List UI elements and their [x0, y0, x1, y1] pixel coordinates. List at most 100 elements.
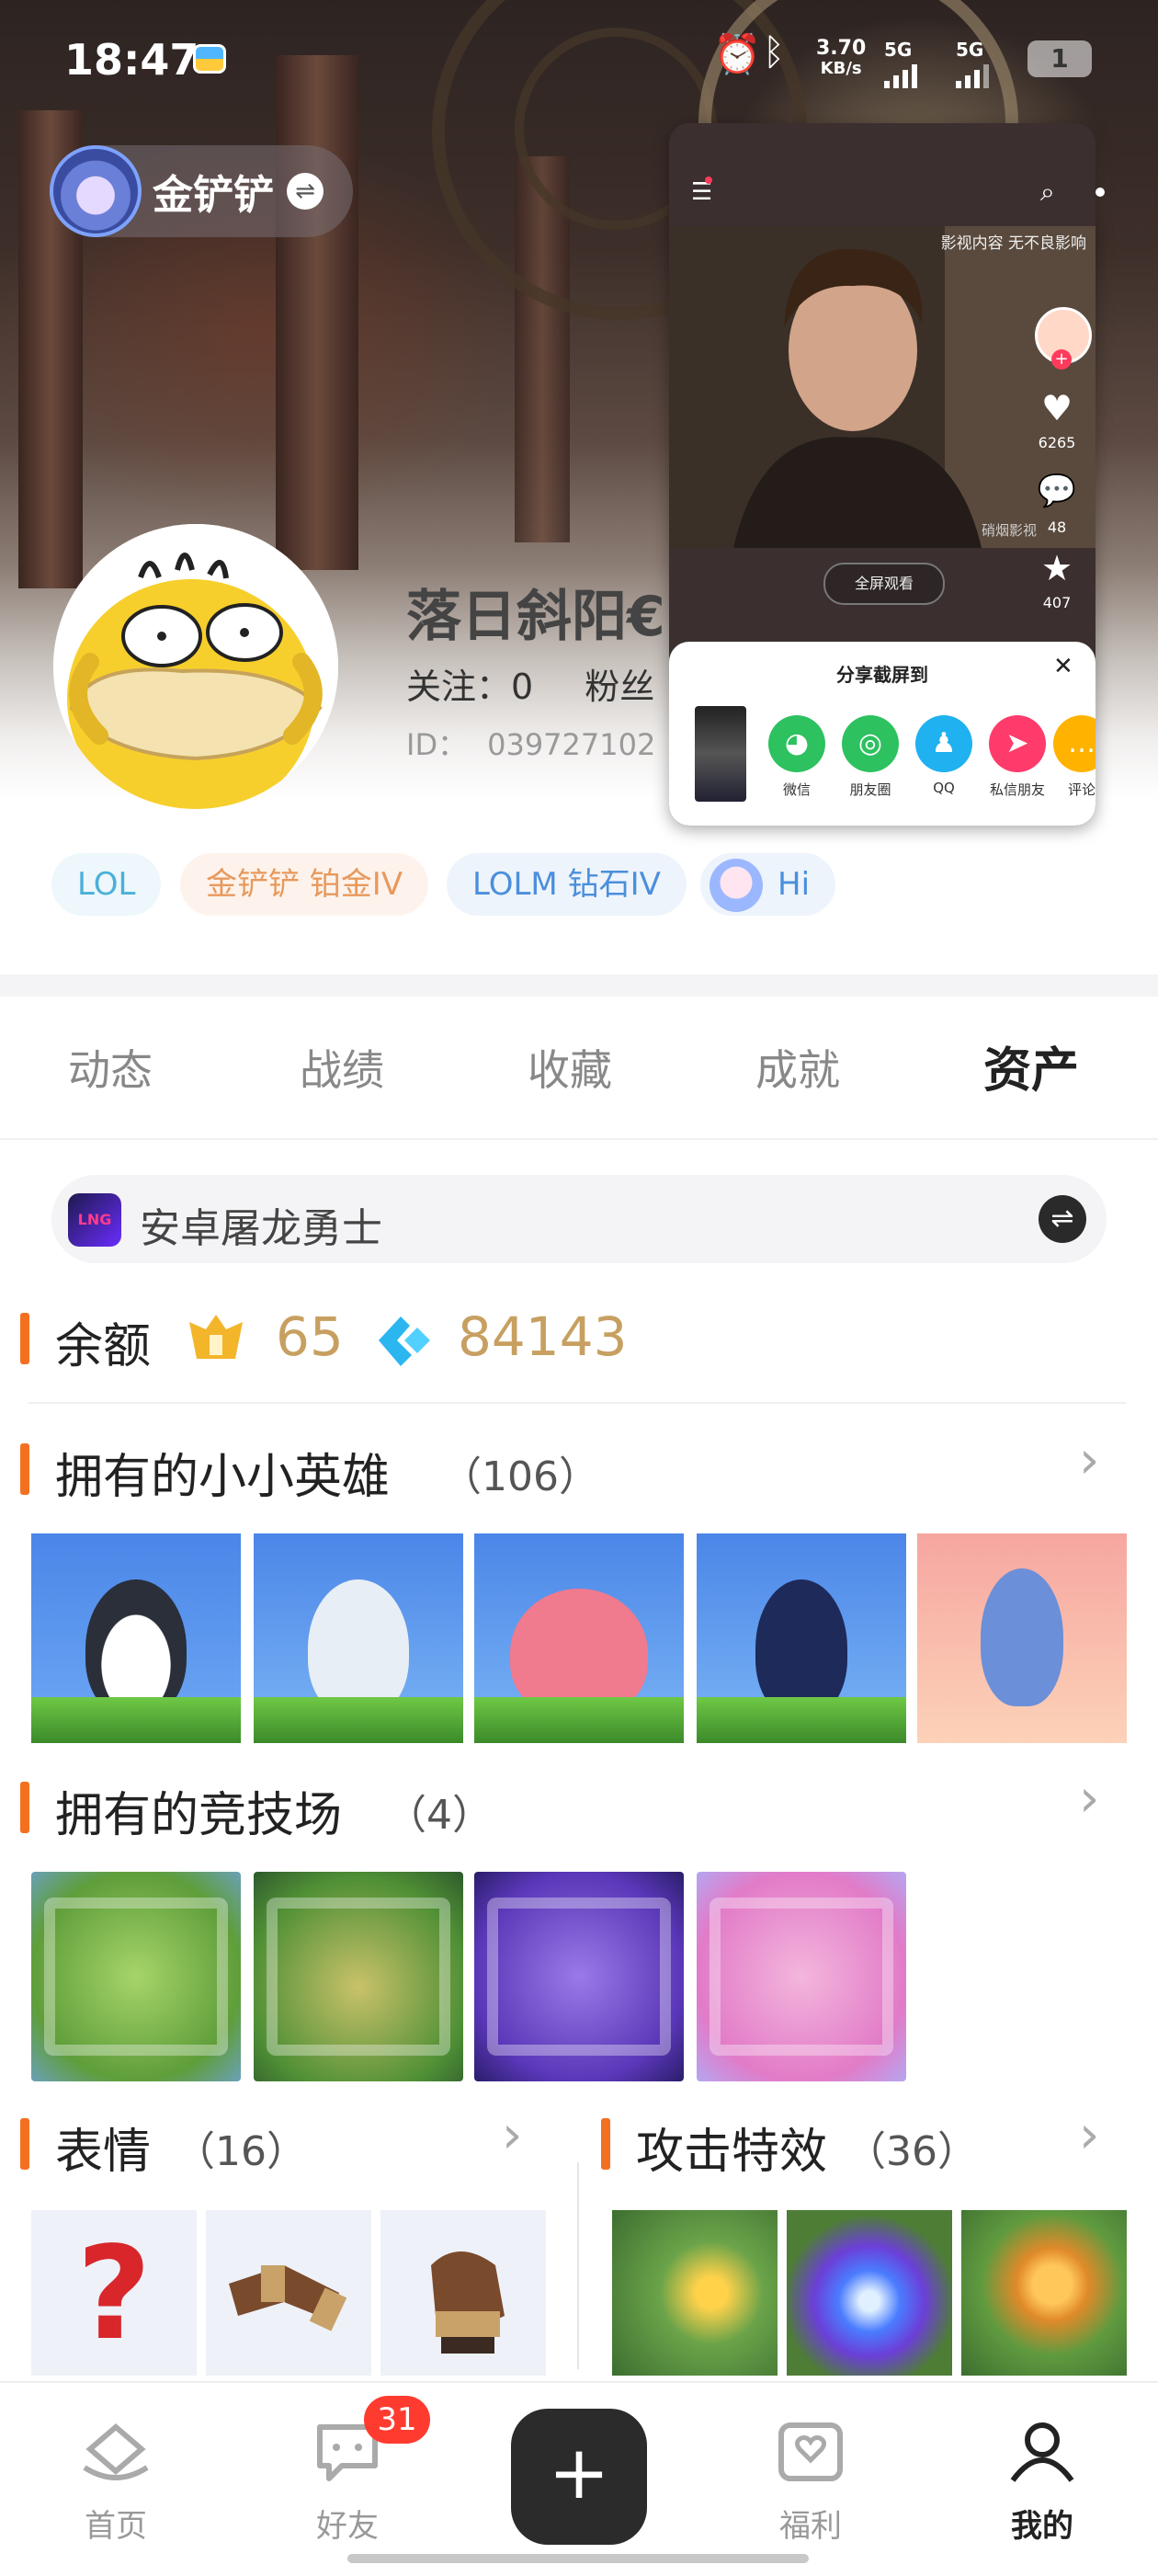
- effect-tile-2[interactable]: [787, 2210, 952, 2376]
- home-icon: [83, 2423, 149, 2480]
- account-name: 金铲铲: [153, 172, 274, 219]
- arena-tile-2[interactable]: [254, 1872, 463, 2081]
- notification-dot: [705, 177, 712, 184]
- emotes-count: （16）: [175, 2128, 307, 2175]
- column-divider: [577, 2162, 579, 2369]
- share-moments-label: 朋友圈: [849, 781, 891, 798]
- gold-coin-icon: [189, 1315, 243, 1359]
- section-accent-bar: [20, 1782, 29, 1833]
- effect-tile-3[interactable]: [961, 2210, 1127, 2376]
- anime-avatar-icon: [710, 859, 763, 912]
- tag-hi[interactable]: Hi: [700, 853, 836, 916]
- floating-video-window[interactable]: ☰ ⌕ 影视内容 无不良影响 硝烟影视 全屏观看 + ♥ 6265 💬 48 ★…: [669, 123, 1096, 826]
- follow-plus-icon[interactable]: +: [1051, 349, 1072, 370]
- heart-icon[interactable]: ♥: [1024, 388, 1090, 428]
- profile-id: ID： 039727102: [406, 722, 655, 764]
- section-accent-bar: [601, 2118, 610, 2170]
- switch-icon: ⇌: [287, 173, 324, 210]
- duck-avatar-icon: [53, 524, 338, 809]
- arena-tile-1[interactable]: [31, 1872, 241, 2081]
- nav-benefits-label: 福利: [779, 2508, 842, 2545]
- effects-title: 攻击特效: [636, 2125, 828, 2180]
- arena-tile-4[interactable]: [697, 1872, 906, 2081]
- tab-assets[interactable]: 资产: [983, 1032, 1079, 1100]
- nav-me[interactable]: 我的: [969, 2420, 1116, 2546]
- sim1-label: 5G: [884, 39, 913, 61]
- tab-activity[interactable]: 动态: [68, 1037, 153, 1098]
- signal-sim1: 5G: [884, 39, 917, 88]
- hero-tile-pink[interactable]: [474, 1533, 684, 1743]
- chevron-right-icon[interactable]: ›: [1079, 2105, 1099, 2165]
- emote-tile-fist[interactable]: [380, 2210, 546, 2376]
- effects-count: （36）: [846, 2128, 978, 2175]
- server-selector[interactable]: LNG 安卓屠龙勇士 ⇌: [51, 1175, 1107, 1263]
- share-wechat[interactable]: ◕ 微信: [765, 715, 829, 799]
- follow-stats: 关注：0 粉丝: [406, 658, 654, 709]
- team-logo-icon: LNG: [68, 1193, 121, 1247]
- fullscreen-button[interactable]: 全屏观看: [823, 563, 945, 605]
- flex-arm-icon: [229, 2265, 347, 2331]
- send-icon: ➤: [989, 715, 1046, 772]
- tag-tft-rank[interactable]: 金铲铲 铂金IV: [180, 853, 429, 916]
- net-speed-value: 3.70: [816, 37, 867, 60]
- wechat-icon: ◕: [768, 715, 825, 772]
- nav-home-label: 首页: [85, 2508, 147, 2545]
- tab-records[interactable]: 战绩: [300, 1037, 384, 1098]
- friends-badge: 31: [364, 2396, 430, 2444]
- emote-tile-question[interactable]: ?: [31, 2210, 197, 2376]
- chevron-right-icon[interactable]: ›: [1079, 1769, 1099, 1829]
- gift-icon: [778, 2422, 843, 2481]
- share-private-message[interactable]: ➤ 私信朋友: [985, 715, 1050, 799]
- sim2-label: 5G: [956, 39, 984, 61]
- favorite-count: 407: [1042, 594, 1072, 611]
- gem-icon: [379, 1316, 430, 1366]
- fans-label[interactable]: 粉丝: [585, 667, 654, 707]
- effect-tile-1[interactable]: [612, 2210, 778, 2376]
- net-speed-unit: KB/s: [820, 59, 862, 78]
- status-time: 18:47: [64, 35, 199, 85]
- plus-icon[interactable]: +: [511, 2409, 647, 2545]
- hero-tile-penguin[interactable]: [31, 1533, 241, 1743]
- home-indicator[interactable]: [347, 2554, 809, 2563]
- comment-icon[interactable]: 💬: [1024, 473, 1090, 509]
- share-qq[interactable]: ♟ QQ: [912, 715, 976, 796]
- hero-tile-bunny[interactable]: [697, 1533, 906, 1743]
- follow-count[interactable]: 0: [511, 667, 533, 707]
- chevron-right-icon[interactable]: ›: [502, 2105, 522, 2165]
- chevron-right-icon[interactable]: ›: [1079, 1430, 1099, 1490]
- comment-count: 48: [1047, 519, 1067, 536]
- hero-tile-dragon[interactable]: [917, 1533, 1127, 1743]
- tag-lol[interactable]: LOL: [51, 853, 162, 916]
- tag-lolm-rank[interactable]: LOLM 钻石IV: [447, 853, 687, 916]
- search-icon[interactable]: ⌕: [1040, 177, 1055, 208]
- tab-favorites[interactable]: 收藏: [528, 1037, 612, 1098]
- fist-icon: [431, 2251, 505, 2354]
- video-header: [669, 123, 1096, 226]
- emotes-title: 表情: [55, 2125, 152, 2180]
- profile-avatar[interactable]: [53, 524, 338, 809]
- share-title: 分享截屏到: [836, 664, 928, 686]
- account-switcher[interactable]: 金铲铲 ⇌: [50, 145, 353, 237]
- tab-achievements[interactable]: 成就: [755, 1037, 840, 1098]
- screenshot-thumbnail[interactable]: [695, 706, 746, 802]
- share-sheet: 分享截屏到 ✕ ◕ 微信 ◎ 朋友圈 ♟ QQ ➤ 私信朋友 … 评论: [669, 642, 1096, 826]
- hero-tile-tiger[interactable]: [254, 1533, 463, 1743]
- comment-bubble-icon: …: [1053, 715, 1096, 772]
- star-icon[interactable]: ★: [1024, 548, 1090, 588]
- switch-server-icon[interactable]: ⇌: [1039, 1195, 1086, 1243]
- share-comment[interactable]: … 评论: [1050, 715, 1096, 799]
- nav-home[interactable]: 首页: [42, 2420, 189, 2546]
- network-speed: 3.70 KB/s: [816, 39, 866, 79]
- share-moments[interactable]: ◎ 朋友圈: [838, 715, 903, 799]
- server-name: 安卓屠龙勇士: [140, 1205, 382, 1252]
- moments-icon: ◎: [842, 715, 899, 772]
- emote-tile-arm[interactable]: [206, 2210, 371, 2376]
- arena-tile-3[interactable]: [474, 1872, 684, 2081]
- signal-sim2: 5G: [956, 39, 989, 88]
- nav-benefits[interactable]: 福利: [737, 2420, 884, 2546]
- like-count: 6265: [1038, 434, 1076, 451]
- share-qq-label: QQ: [933, 780, 955, 796]
- close-icon[interactable]: ✕: [1053, 653, 1073, 680]
- section-accent-bar: [20, 2118, 29, 2170]
- balance-divider: [28, 1402, 1127, 1404]
